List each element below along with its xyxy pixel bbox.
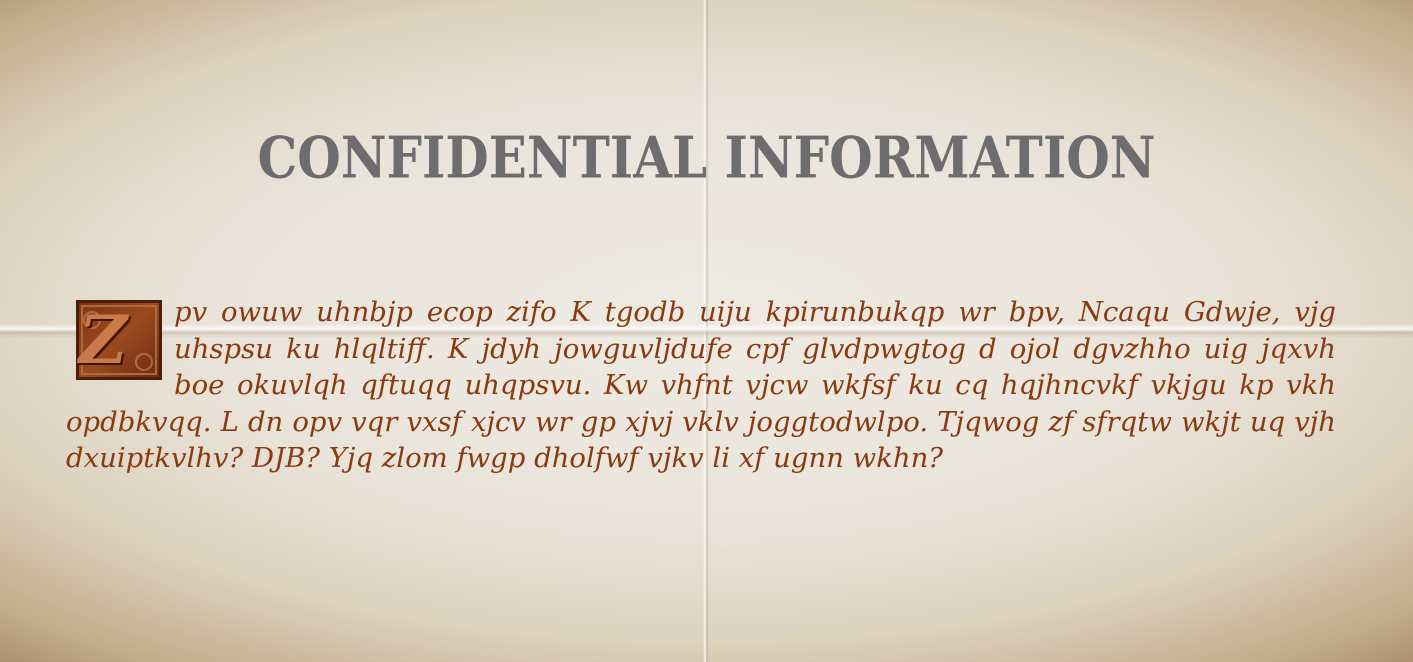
body-paragraph: pv owuw uhnbjp ecop zifo K tgodb uiju kp… xyxy=(66,296,1336,474)
drop-cap-letter: Z xyxy=(79,301,128,379)
document-body: Z pv owuw uhnbjp ecop zifo K tgodb uiju … xyxy=(66,294,1336,477)
drop-cap-ornament-icon: Z xyxy=(76,300,162,380)
document-title: CONFIDENTIAL INFORMATION xyxy=(257,123,1156,192)
